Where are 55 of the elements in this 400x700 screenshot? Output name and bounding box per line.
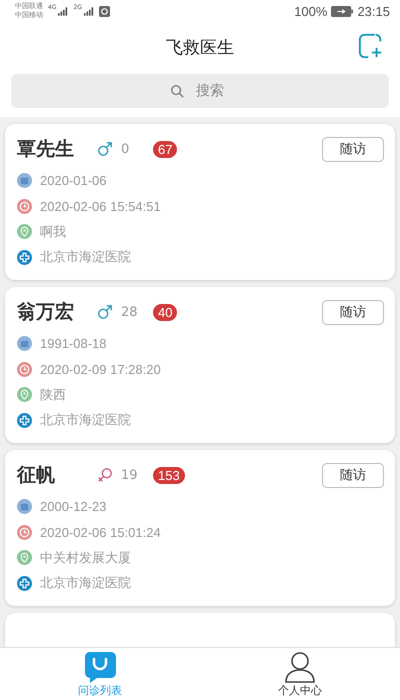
location-pin-icon [17,387,32,402]
signal-icon [58,6,68,16]
hospital-name: 北京市海淀医院 [40,248,131,266]
medical-cross-icon [17,250,32,265]
patient-name: 征帆 [17,463,56,488]
stethoscope-chat-icon [83,650,117,684]
address: 啊我 [40,222,66,241]
hospital-name: 北京市海淀医院 [40,411,131,430]
patient-age: 19 [121,468,139,482]
count-badge: 67 [153,140,178,158]
patient-age: 0 [121,142,130,156]
signal-icon [84,6,94,16]
tab[interactable]: 个人中心 [200,648,400,700]
location-pin-icon [17,224,32,240]
female-icon [97,467,113,483]
calendar-icon [17,336,32,352]
birth-date: 2000-12-23 [40,499,106,514]
patient-name: 翁万宏 [17,300,75,325]
battery-percent: 100% [294,4,328,18]
visit-time: 2020-02-06 15:54:51 [40,198,161,214]
battery-icon [331,6,354,16]
medical-cross-icon [17,412,32,428]
clock: 23:15 [357,4,390,18]
follow-up-button[interactable]: 随访 [322,462,384,488]
address: 中关村发展大厦 [40,548,131,567]
medical-cross-icon [17,576,32,591]
clock-icon [17,198,32,214]
follow-up-button[interactable]: 随访 [322,300,384,324]
patient-name: 覃先生 [17,137,75,162]
patient-card[interactable]: 覃先生 0 67 随访 2020-01-06 2020-02-06 15:54:51 啊我 北京市海淀医院 [5,124,395,280]
person-icon [283,650,317,684]
male-icon [97,304,113,320]
search-field[interactable]: 搜索 [11,74,389,108]
clock-icon [17,524,32,540]
birth-date: 1991-08-18 [40,336,106,352]
calendar-icon [17,499,32,514]
calendar-icon [17,173,32,188]
hospital-name: 北京市海淀医院 [40,574,131,592]
male-icon [97,141,113,157]
page-title: 飞救医生 [166,36,234,58]
patient-card[interactable]: 翁万宏 28 40 随访 1991-08-18 2020-02-09 17:28:20 陕西 北京市海淀医院 [5,287,395,443]
patient-age: 28 [121,304,139,320]
count-badge: 40 [153,304,178,320]
follow-up-button[interactable]: 随访 [322,136,384,162]
birth-date: 2020-01-06 [40,173,106,188]
visit-time: 2020-02-06 15:01:24 [40,524,161,540]
add-icon[interactable] [358,33,384,59]
patient-card[interactable]: 征帆 19 153 随访 2000-12-23 2020-02-06 15:01:24 中关村发展大厦 北京市海淀医院 [5,450,395,606]
count-badge: 153 [153,466,185,484]
address: 陕西 [40,386,66,404]
clock-icon [17,362,32,377]
search-icon [170,84,184,98]
app-notification-icon [98,6,110,16]
visit-time: 2020-02-09 17:28:20 [40,362,161,377]
location-pin-icon [17,550,32,566]
